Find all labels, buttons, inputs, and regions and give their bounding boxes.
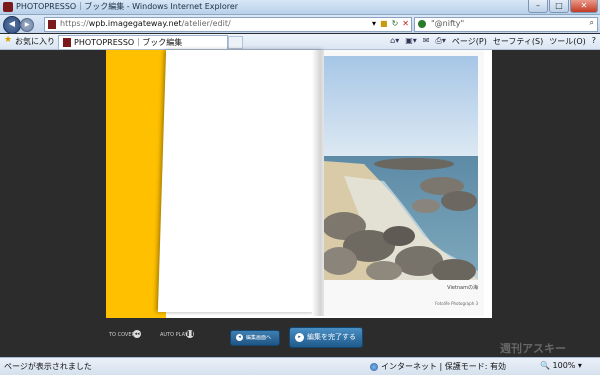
edit-screen-button[interactable]: ◂ 編集画面へ	[230, 330, 280, 346]
new-tab-button[interactable]	[228, 36, 243, 49]
app-icon	[3, 2, 13, 12]
page-menu[interactable]: ページ(P)	[452, 36, 487, 47]
finish-editing-button[interactable]: ▸ 編集を完了する	[289, 327, 363, 348]
status-message: ページが表示されました	[4, 362, 92, 371]
watermark-logo: 週刊アスキー	[500, 342, 566, 355]
status-bar: ページが表示されました インターネット | 保護モード: 有効 🔍 100% ▾	[0, 357, 600, 375]
minimize-button[interactable]: –	[528, 0, 548, 13]
globe-icon	[370, 362, 378, 371]
favorites-star-icon[interactable]: ★	[4, 35, 12, 45]
forward-button[interactable]: ▶	[20, 18, 34, 32]
print-icon[interactable]: ⎙▾	[436, 36, 446, 47]
site-favicon	[48, 20, 56, 29]
refresh-icon[interactable]: ↻	[392, 19, 399, 28]
maximize-button[interactable]: □	[549, 0, 569, 13]
zoom-icon: 🔍	[540, 361, 550, 370]
search-icon[interactable]: ⌕	[590, 18, 594, 28]
forward-arrow-icon: ▶	[24, 21, 30, 28]
stop-icon[interactable]: ✕	[402, 19, 409, 28]
book-stage: Vietnamの海 Fotolife Photograph 3	[106, 50, 492, 318]
safety-menu[interactable]: セーフティ(S)	[493, 36, 543, 47]
help-menu[interactable]: ?	[592, 36, 596, 47]
search-box[interactable]: "@nifty" ⌕	[414, 17, 598, 32]
book-cover	[106, 50, 166, 318]
web-content: Vietnamの海 Fotolife Photograph 3 TO COVER…	[0, 50, 600, 356]
mail-icon[interactable]: ✉	[423, 36, 430, 47]
feeds-icon[interactable]: ▣▾	[405, 36, 417, 47]
arrow-left-icon: ◂	[236, 334, 243, 341]
lock-icon[interactable]: ■	[380, 19, 388, 28]
command-bar: ⌂▾ ▣▾ ✉ ⎙▾ ページ(P) セーフティ(S) ツール(O) ?	[390, 36, 596, 47]
address-url[interactable]: https://wpb.imagegateway.net/atelier/edi…	[60, 19, 231, 28]
arrow-right-icon: ▸	[295, 332, 304, 342]
address-bar[interactable]: https://wpb.imagegateway.net/atelier/edi…	[44, 17, 412, 32]
navigation-bar: ◀ ▶ https://wpb.imagegateway.net/atelier…	[0, 15, 600, 34]
back-arrow-icon: ◀	[8, 19, 16, 28]
to-cover-label: TO COVER	[109, 332, 135, 338]
favorites-button[interactable]: お気に入り	[15, 36, 55, 47]
close-button[interactable]: ✕	[570, 0, 598, 13]
title-bar: PHOTOPRESSO｜ブック編集 - Windows Internet Exp…	[0, 0, 600, 15]
tab-favicon	[63, 38, 71, 47]
window-controls: – □ ✕	[527, 0, 598, 13]
right-page[interactable]: Vietnamの海 Fotolife Photograph 3	[324, 50, 484, 316]
search-placeholder: "@nifty"	[431, 19, 465, 28]
tools-menu[interactable]: ツール(O)	[549, 36, 586, 47]
tab-photopresso[interactable]: PHOTOPRESSO｜ブック編集	[58, 35, 228, 49]
page-credit: Fotolife Photograph 3	[435, 301, 478, 306]
photo-caption: Vietnamの海	[447, 285, 478, 291]
window-title: PHOTOPRESSO｜ブック編集 - Windows Internet Exp…	[16, 2, 239, 11]
security-zone[interactable]: インターネット | 保護モード: 有効	[370, 361, 506, 372]
search-provider-icon	[418, 20, 426, 28]
turning-page[interactable]	[157, 50, 325, 312]
tab-title: PHOTOPRESSO｜ブック編集	[74, 38, 183, 47]
auto-play-label: AUTO PLAY	[160, 332, 188, 338]
to-cover-button[interactable]: ◂◂	[133, 330, 141, 338]
pause-button[interactable]: ❚❚	[186, 330, 194, 338]
zoom-level[interactable]: 🔍 100% ▾	[540, 361, 582, 370]
beach-photo	[324, 56, 478, 280]
home-icon[interactable]: ⌂▾	[390, 36, 399, 47]
favorites-bar: ★ お気に入り PHOTOPRESSO｜ブック編集 ⌂▾ ▣▾ ✉ ⎙▾ ページ…	[0, 34, 600, 50]
dropdown-arrow-icon[interactable]: ▾	[372, 19, 376, 28]
back-button[interactable]: ◀	[3, 16, 21, 34]
